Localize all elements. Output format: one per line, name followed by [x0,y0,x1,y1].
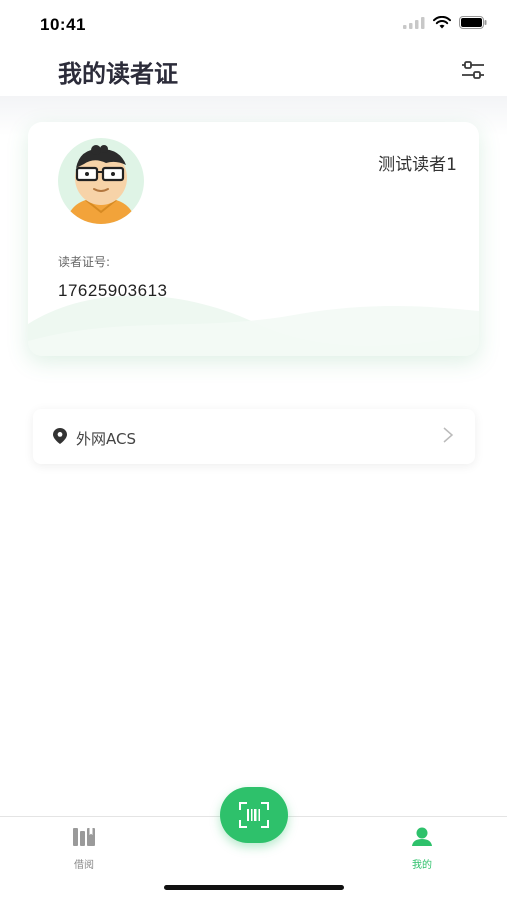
books-icon [73,828,95,846]
avatar-cartoon-icon [66,145,136,224]
tab-borrow[interactable]: 借阅 [49,827,119,871]
person-icon [412,827,432,846]
scan-button[interactable] [220,787,288,843]
header: 我的读者证 [0,46,507,96]
barcode-scan-icon [239,802,269,828]
cellular-signal-icon [403,16,425,29]
tab-mine-label: 我的 [412,860,432,871]
tab-borrow-label: 借阅 [74,860,94,871]
tab-mine[interactable]: 我的 [387,827,457,871]
wifi-icon [433,16,451,29]
card-number: 17625903613 [58,281,168,300]
filter-button[interactable] [459,56,487,84]
sliders-icon [462,61,484,79]
page-title: 我的读者证 [58,60,178,88]
status-icons [403,16,487,29]
location-row[interactable]: 外网ACS [33,409,475,464]
location-name: 外网ACS [76,430,136,448]
reader-name: 测试读者1 [378,155,457,175]
avatar [58,138,144,224]
chevron-right-icon [443,427,454,443]
location-pin-icon [53,428,67,444]
status-bar: 10:41 [0,0,507,46]
reader-card: 测试读者1 读者证号: 17625903613 [28,122,479,356]
card-number-label: 读者证号: [58,255,111,269]
battery-icon [459,16,487,29]
home-indicator [164,885,344,890]
status-time: 10:41 [40,15,86,34]
